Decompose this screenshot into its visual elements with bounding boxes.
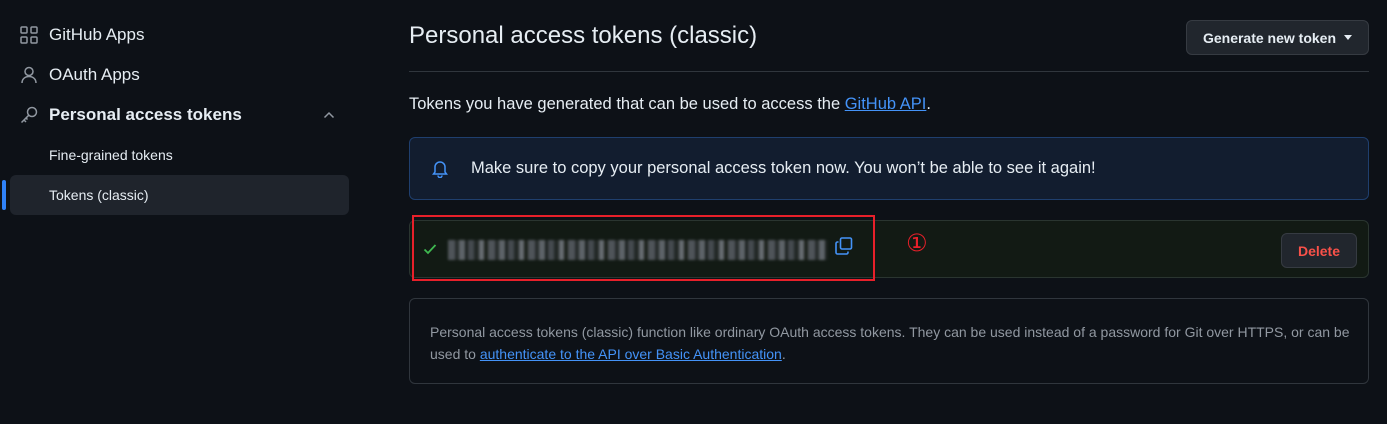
sidebar-item-label: OAuth Apps	[49, 65, 140, 84]
intro-text: Tokens you have generated that can be us…	[409, 95, 931, 114]
new-token-row: Delete	[409, 220, 1369, 278]
sidebar-subitem-label: Tokens (classic)	[49, 187, 149, 203]
flash-message: Make sure to copy your personal access t…	[471, 159, 1096, 177]
generate-new-token-label: Generate new token	[1202, 29, 1337, 46]
caret-down-icon	[1344, 35, 1353, 40]
basic-auth-link[interactable]: authenticate to the API over Basic Authe…	[480, 346, 782, 362]
sidebar-item-label: Personal access tokens	[49, 105, 242, 124]
delete-token-button[interactable]: Delete	[1281, 233, 1357, 268]
token-value-obscured[interactable]	[448, 240, 828, 260]
main-content: Personal access tokens (classic) Generat…	[409, 0, 1369, 424]
github-api-link[interactable]: GitHub API	[845, 95, 927, 113]
generate-new-token-button[interactable]: Generate new token	[1186, 20, 1369, 55]
sidebar-item-oauth-apps[interactable]: OAuth Apps	[10, 55, 349, 95]
sidebar-item-label: GitHub Apps	[49, 25, 145, 44]
info-text-suffix: .	[781, 346, 786, 362]
active-item-marker	[2, 180, 6, 210]
info-text: Personal access tokens (classic) functio…	[430, 321, 1350, 365]
sidebar-item-personal-access-tokens[interactable]: Personal access tokens	[10, 95, 349, 135]
sidebar-subitem-label: Fine-grained tokens	[49, 147, 173, 163]
person-icon	[21, 66, 37, 84]
sidebar-item-tokens-classic[interactable]: Tokens (classic)	[10, 175, 349, 215]
settings-sidebar: GitHub Apps OAuth Apps Personal access t…	[0, 0, 360, 424]
sidebar-item-fine-grained-tokens[interactable]: Fine-grained tokens	[10, 135, 349, 175]
key-icon	[20, 106, 38, 124]
intro-suffix: .	[926, 95, 931, 113]
chevron-up-icon[interactable]	[321, 107, 337, 123]
sidebar-item-github-apps[interactable]: GitHub Apps	[10, 15, 349, 55]
copy-icon[interactable]	[834, 236, 854, 256]
page-title: Personal access tokens (classic)	[409, 22, 758, 49]
bell-icon	[432, 161, 448, 178]
info-box: Personal access tokens (classic) functio…	[409, 298, 1369, 384]
flash-notice: Make sure to copy your personal access t…	[409, 137, 1369, 200]
apps-grid-icon	[20, 26, 38, 44]
intro-prefix: Tokens you have generated that can be us…	[409, 95, 845, 113]
annotation-step-marker: ①	[906, 229, 928, 257]
check-icon	[423, 244, 437, 255]
header-divider	[409, 71, 1369, 72]
page: GitHub Apps OAuth Apps Personal access t…	[0, 0, 1387, 424]
